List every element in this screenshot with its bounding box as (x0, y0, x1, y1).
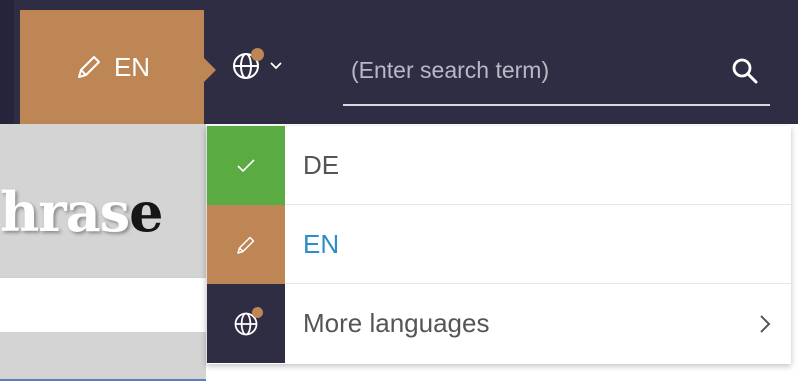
pencil-icon (237, 236, 255, 254)
language-dropdown-menu: DE EN More languages (206, 126, 791, 364)
logo-text-dark: e (129, 180, 163, 244)
notification-dot (251, 48, 264, 61)
option-de-icon-box (207, 126, 285, 205)
chevron-right-icon (760, 315, 771, 333)
edit-language-label: EN (113, 51, 151, 82)
language-option-en[interactable]: EN (207, 205, 791, 284)
option-en-icon-box (207, 205, 285, 284)
option-more-icon-box (207, 284, 285, 363)
language-menu-toggle[interactable] (230, 44, 302, 88)
page-content-band (0, 332, 206, 381)
language-option-label: EN (303, 229, 340, 259)
page-banner: hrase (0, 124, 206, 277)
language-option-label: More languages (303, 308, 490, 338)
globe-icon-container (232, 306, 263, 338)
search-bar (343, 40, 770, 106)
search-icon[interactable] (730, 56, 760, 86)
more-languages-option[interactable]: More languages (207, 284, 791, 363)
edit-language-button[interactable]: EN (20, 10, 216, 124)
top-navigation-bar: EN (0, 0, 798, 124)
globe-icon-container (230, 48, 264, 82)
page-content-row (0, 277, 206, 333)
notification-dot (252, 306, 263, 318)
pencil-icon (77, 56, 100, 78)
check-icon (237, 158, 255, 172)
chevron-down-icon (270, 62, 282, 70)
edit-language-pointer (204, 58, 216, 82)
language-option-de[interactable]: DE (207, 126, 791, 205)
left-edge-strip (0, 0, 14, 124)
language-option-label: DE (303, 150, 340, 180)
search-input[interactable] (343, 52, 729, 88)
site-logo: hrase (0, 180, 163, 244)
logo-text-light: hras (0, 180, 130, 244)
